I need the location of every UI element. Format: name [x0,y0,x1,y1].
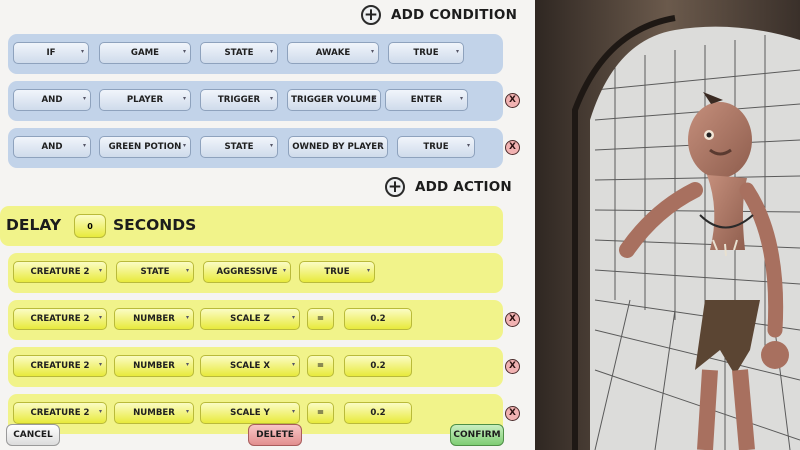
condition-subject-dropdown[interactable]: GAME ▾ [99,42,191,64]
chevron-down-icon: ▾ [182,95,186,102]
chevron-down-icon: ▾ [98,267,102,274]
delay-row: DELAY 0 SECONDS [0,206,503,246]
condition-target-dropdown[interactable]: AWAKE ▾ [287,42,379,64]
chevron-down-icon: ▾ [269,95,273,102]
condition-row: IF ▾ GAME ▾ STATE ▾ AWAKE ▾ TRUE ▾ [8,34,503,74]
chevron-down-icon: ▾ [82,142,86,149]
action-number-input[interactable]: 0.2 [344,355,412,377]
operator-dropdown[interactable]: = [307,355,334,377]
scene-preview-viewport [535,0,800,450]
add-condition-label[interactable]: ADD CONDITION [391,7,517,23]
condition-row: AND ▾ GREEN POTION ▾ STATE ▾ OWNED BY PLAYE… [8,128,503,168]
operator-dropdown[interactable]: = [307,308,334,330]
add-action-label[interactable]: ADD ACTION [415,179,512,195]
trigger-editor-panel: + ADD CONDITION IF ▾ GAME ▾ STATE ▾ AWAKE ▾ … [0,0,535,450]
chevron-down-icon: ▾ [185,408,189,415]
chevron-down-icon: ▾ [80,48,84,55]
remove-action-button[interactable]: X [505,359,520,374]
chevron-down-icon: ▾ [466,142,470,149]
action-property-dropdown[interactable]: AGGRESSIVE ▾ [203,261,291,283]
delete-button[interactable]: DELETE [248,424,302,446]
action-property-dropdown[interactable]: SCALE Y ▾ [200,402,300,424]
confirm-button[interactable]: CONFIRM [450,424,504,446]
chevron-down-icon: ▾ [98,314,102,321]
chevron-down-icon: ▾ [269,142,273,149]
chevron-down-icon: ▾ [291,361,295,368]
condition-subject-dropdown[interactable]: GREEN POTION ▾ [99,136,191,158]
plus-icon[interactable]: + [361,5,381,25]
chevron-down-icon: ▾ [98,408,102,415]
condition-target-dropdown[interactable]: TRIGGER VOLUME ▾ [287,89,381,111]
cancel-button[interactable]: CANCEL [6,424,60,446]
chevron-down-icon: ▾ [82,95,86,102]
action-type-dropdown[interactable]: NUMBER ▾ [114,355,194,377]
action-type-dropdown[interactable]: STATE ▾ [116,261,194,283]
condition-value-dropdown[interactable]: ENTER ▾ [385,89,468,111]
action-type-dropdown[interactable]: NUMBER ▾ [114,402,194,424]
operator-dropdown[interactable]: = [307,402,334,424]
action-subject-dropdown[interactable]: CREATURE 2 ▾ [13,308,107,330]
chevron-down-icon: ▾ [459,95,463,102]
remove-condition-button[interactable]: X [505,140,520,155]
chevron-down-icon: ▾ [366,267,370,274]
condition-subject-dropdown[interactable]: PLAYER ▾ [99,89,191,111]
action-row: CREATURE 2 ▾ STATE ▾ AGGRESSIVE ▾ TRUE ▾ [8,253,503,293]
add-action-control[interactable]: + ADD ACTION [385,177,512,197]
chevron-down-icon: ▾ [291,408,295,415]
condition-operator-dropdown[interactable]: IF ▾ [13,42,89,64]
condition-operator-dropdown[interactable]: AND ▾ [13,136,91,158]
condition-property-dropdown[interactable]: STATE ▾ [200,136,278,158]
scene-preview-image [535,0,800,450]
chevron-down-icon: ▾ [370,48,374,55]
remove-action-button[interactable]: X [505,312,520,327]
condition-value-dropdown[interactable]: TRUE ▾ [388,42,464,64]
action-number-input[interactable]: 0.2 [344,308,412,330]
chevron-down-icon: ▾ [455,48,459,55]
action-subject-dropdown[interactable]: CREATURE 2 ▾ [13,355,107,377]
condition-target-dropdown[interactable]: OWNED BY PLAYER ▾ [288,136,388,158]
condition-property-dropdown[interactable]: STATE ▾ [200,42,278,64]
remove-condition-button[interactable]: X [505,93,520,108]
delay-seconds-input[interactable]: 0 [74,214,106,238]
action-type-dropdown[interactable]: NUMBER ▾ [114,308,194,330]
chevron-down-icon: ▾ [379,142,383,149]
delay-label: DELAY [6,216,62,234]
add-condition-control[interactable]: + ADD CONDITION [361,5,517,25]
chevron-down-icon: ▾ [372,95,376,102]
chevron-down-icon: ▾ [185,267,189,274]
action-property-dropdown[interactable]: SCALE X ▾ [200,355,300,377]
chevron-down-icon: ▾ [185,314,189,321]
chevron-down-icon: ▾ [291,314,295,321]
condition-property-dropdown[interactable]: TRIGGER ▾ [200,89,278,111]
delay-unit-label: SECONDS [113,216,197,234]
action-subject-dropdown[interactable]: CREATURE 2 ▾ [13,402,107,424]
chevron-down-icon: ▾ [182,142,186,149]
action-number-input[interactable]: 0.2 [344,402,412,424]
condition-operator-dropdown[interactable]: AND ▾ [13,89,91,111]
action-property-dropdown[interactable]: SCALE Z ▾ [200,308,300,330]
chevron-down-icon: ▾ [282,267,286,274]
action-subject-dropdown[interactable]: CREATURE 2 ▾ [13,261,107,283]
chevron-down-icon: ▾ [269,48,273,55]
chevron-down-icon: ▾ [98,361,102,368]
condition-value-dropdown[interactable]: TRUE ▾ [397,136,475,158]
remove-action-button[interactable]: X [505,406,520,421]
action-row: CREATURE 2 ▾ NUMBER ▾ SCALE Z ▾ = 0.2 [8,300,503,340]
chevron-down-icon: ▾ [182,48,186,55]
action-row: CREATURE 2 ▾ NUMBER ▾ SCALE X ▾ = 0.2 [8,347,503,387]
action-value-dropdown[interactable]: TRUE ▾ [299,261,375,283]
plus-icon[interactable]: + [385,177,405,197]
chevron-down-icon: ▾ [185,361,189,368]
condition-row: AND ▾ PLAYER ▾ TRIGGER ▾ TRIGGER VOLUME ▾ EN… [8,81,503,121]
